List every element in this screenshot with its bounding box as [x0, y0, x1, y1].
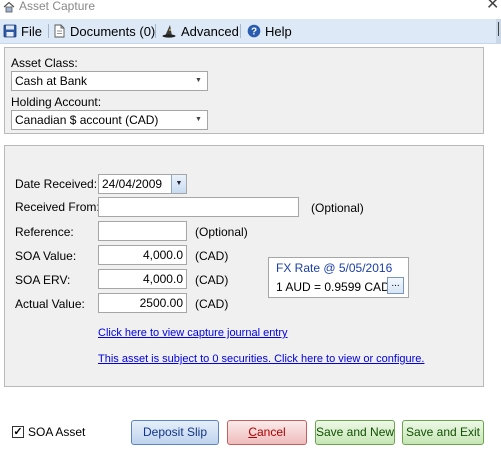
holding-account-value: Canadian $ account (CAD) [15, 113, 159, 127]
title-bar: Asset Capture ✕ [0, 0, 501, 17]
asset-class-value: Cash at Bank [15, 74, 88, 88]
asset-class-select[interactable]: Cash at Bank ▼ [11, 71, 208, 91]
date-received-label: Date Received: [15, 177, 98, 191]
menu-help[interactable]: ? Help [247, 22, 292, 40]
cancel-accelerator: C [248, 425, 257, 439]
reference-optional-hint: (Optional) [195, 225, 248, 239]
wizard-hat-icon [162, 25, 176, 38]
actual-value-unit: (CAD) [195, 297, 229, 311]
fx-rate-box: FX Rate @ 5/05/2016 1 AUD = 0.9599 CAD .… [268, 257, 409, 298]
menu-file[interactable]: File [3, 22, 42, 40]
date-received-picker[interactable]: 24/04/2009 ▼ [98, 174, 187, 194]
reference-input[interactable] [98, 221, 187, 241]
actual-value-value: 2500.00 [139, 296, 183, 310]
chevron-down-icon: ▼ [195, 77, 202, 84]
menu-advanced-label: Advanced [181, 23, 239, 39]
deposit-slip-button[interactable]: Deposit Slip [131, 420, 219, 445]
fx-rate-value: 1 AUD = 0.9599 CAD [276, 280, 390, 294]
received-from-label: Received From: [15, 200, 100, 214]
reference-label: Reference: [15, 225, 74, 239]
save-and-exit-button[interactable]: Save and Exit [402, 420, 484, 445]
received-from-input[interactable] [98, 197, 299, 217]
menu-documents[interactable]: Documents (0) [53, 22, 155, 40]
asset-account-panel: Asset Class: Cash at Bank ▼ Holding Acco… [4, 47, 484, 134]
actual-value-label: Actual Value: [15, 297, 85, 311]
fx-rate-title: FX Rate @ 5/05/2016 [276, 261, 393, 275]
received-from-optional-hint: (Optional) [311, 201, 364, 215]
soa-erv-unit: (CAD) [195, 273, 229, 287]
menu-separator [48, 24, 49, 38]
journal-entry-link[interactable]: Click here to view capture journal entry [98, 327, 288, 339]
help-icon: ? [247, 24, 261, 38]
menu-help-label: Help [265, 23, 292, 39]
holding-account-select[interactable]: Canadian $ account (CAD) ▼ [11, 110, 208, 130]
cancel-button[interactable]: Cancel [227, 420, 307, 445]
date-received-value: 24/04/2009 [102, 177, 163, 191]
soa-erv-input[interactable]: 4,000.0 [98, 269, 187, 289]
actual-value-input[interactable]: 2500.00 [98, 293, 187, 313]
chevron-down-icon: ▼ [195, 116, 202, 123]
close-button[interactable]: ✕ [486, 0, 499, 13]
fx-rate-edit-button[interactable]: ... [387, 277, 404, 294]
asset-capture-window: Asset Capture ✕ File Documents (0) Advan… [0, 0, 501, 454]
soa-value-unit: (CAD) [195, 249, 229, 263]
soa-value-label: SOA Value: [15, 249, 77, 263]
soa-asset-checkbox[interactable]: ✓ [12, 426, 24, 438]
calendar-dropdown-icon[interactable]: ▼ [171, 175, 186, 193]
menu-file-label: File [21, 23, 42, 39]
soa-value-input[interactable]: 4,000.0 [98, 245, 187, 265]
soa-erv-value: 4,000.0 [142, 272, 183, 286]
soa-value-value: 4,000.0 [142, 248, 183, 262]
soa-erv-label: SOA ERV: [15, 273, 71, 287]
window-title: Asset Capture [19, 0, 96, 13]
toolbar-overflow-marker [498, 22, 499, 36]
menu-advanced[interactable]: Advanced [162, 22, 239, 40]
save-and-new-button[interactable]: Save and New [315, 420, 395, 445]
save-disk-icon [3, 24, 17, 38]
asset-class-label: Asset Class: [11, 56, 78, 70]
menu-documents-label: Documents (0) [70, 23, 156, 39]
svg-text:?: ? [251, 27, 257, 38]
menu-separator [240, 24, 241, 38]
holding-account-label: Holding Account: [11, 95, 102, 109]
securities-link[interactable]: This asset is subject to 0 securities. C… [98, 353, 424, 365]
soa-asset-label: SOA Asset [28, 425, 86, 439]
menu-separator [155, 24, 156, 38]
home-icon [3, 1, 15, 13]
menu-bar: File Documents (0) Advanced ? Help [0, 19, 501, 44]
cancel-label-rest: ancel [256, 425, 286, 439]
document-icon [54, 24, 65, 38]
